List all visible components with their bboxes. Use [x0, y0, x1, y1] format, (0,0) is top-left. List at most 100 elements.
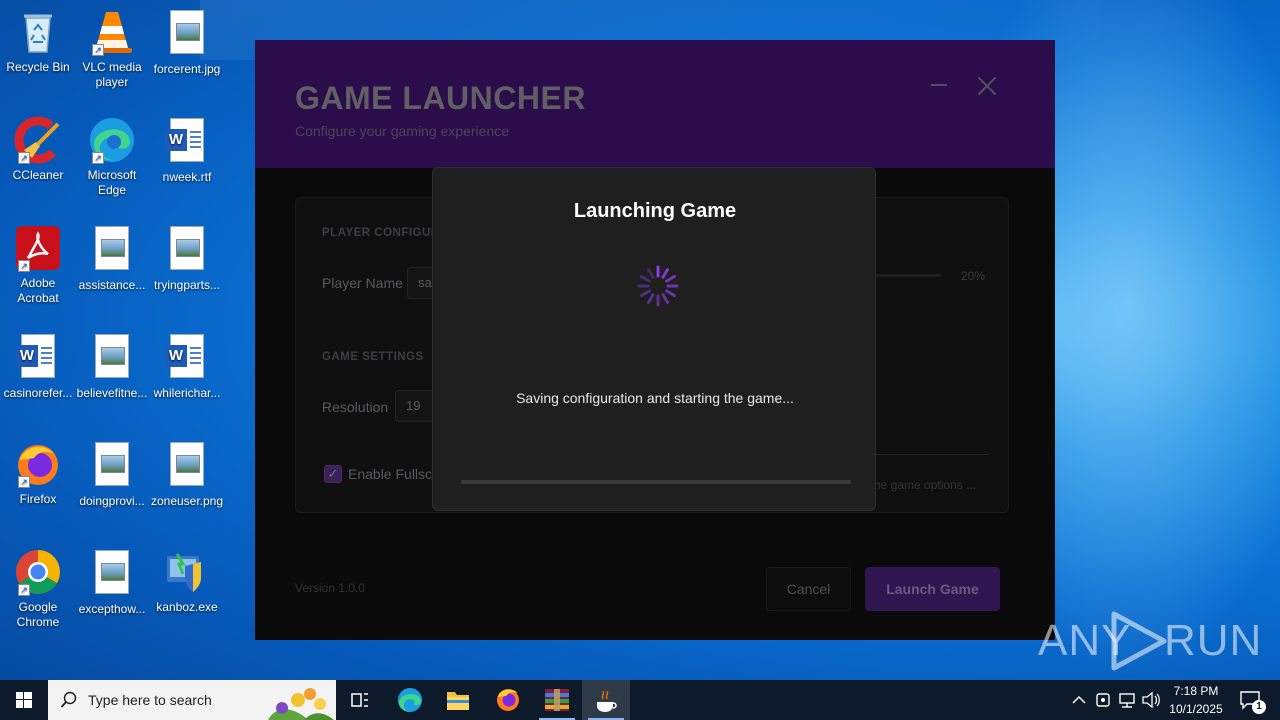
desktop-icon-label: kanboz.exe [156, 600, 218, 614]
watermark-right-text: RUN [1164, 616, 1263, 665]
dialog-message: Saving configuration and starting the ga… [516, 390, 794, 406]
taskbar-winrar[interactable] [533, 680, 581, 720]
desktop-icon-firefox[interactable]: ↗ Firefox [0, 440, 76, 507]
desktop-icon-zoneuser[interactable]: zoneuser.png [149, 440, 225, 509]
desktop-icon-forcerent[interactable]: forcerent.jpg [149, 8, 225, 77]
shortcut-arrow-icon: ↗ [92, 152, 104, 164]
image-file-icon [163, 442, 211, 490]
device-icon [1096, 693, 1110, 707]
taskbar-java-app[interactable] [582, 680, 630, 720]
taskbar-firefox[interactable] [484, 680, 532, 720]
shortcut-arrow-icon: ↗ [18, 152, 30, 164]
slider-value: 20% [961, 269, 986, 283]
clock-date[interactable]: 10/1/2025 [1162, 702, 1230, 716]
desktop-icon-label: Adobe Acrobat [17, 276, 59, 305]
minimize-icon[interactable] [931, 84, 947, 86]
desktop-icon-doingprovi[interactable]: doingprovi... [74, 440, 150, 509]
desktop-icon-kanboz[interactable]: kanboz.exe [149, 548, 225, 615]
taskbar-file-explorer[interactable] [434, 680, 482, 720]
start-button[interactable] [0, 680, 48, 720]
desktop-icon-assistance[interactable]: assistance... [74, 224, 150, 293]
shortcut-arrow-icon: ↗ [18, 584, 30, 596]
desktop-icon-believefitne[interactable]: believefitne... [74, 332, 150, 401]
task-view-button[interactable] [336, 680, 384, 720]
taskbar: Type here to search 7:18 PM 10/1/2025 1 [0, 680, 1280, 720]
notification-count-badge: 1 [1252, 700, 1266, 714]
dialog-title: Launching Game [573, 200, 737, 222]
task-view-icon [351, 693, 368, 707]
image-file-icon [88, 550, 136, 598]
desktop-icon-label: Google Chrome [16, 600, 60, 629]
desktop-icon-label: excepthow... [78, 602, 146, 616]
winrar-icon [545, 689, 569, 711]
desktop-icon-ccleaner[interactable]: ↗ CCleaner [0, 116, 76, 183]
desktop-icon-label: Recycle Bin [6, 60, 70, 74]
desktop-icon-vlc[interactable]: ↗ VLC media player [74, 8, 150, 90]
search-placeholder: Type here to search [88, 692, 212, 708]
edge-icon [398, 688, 422, 713]
launching-dialog: Launching Game Saving configuration and … [432, 167, 876, 511]
desktop-icon-label: whilerichar... [153, 386, 221, 400]
recycle-bin-icon [14, 8, 62, 56]
fullscreen-label: Enable Fullsc [348, 466, 433, 482]
desktop-icon-casinorefer[interactable]: W casinorefer... [0, 332, 76, 401]
tray-meet-now[interactable] [1092, 680, 1114, 720]
player-name-label: Player Name [322, 275, 403, 291]
desktop-icon-adobe-acrobat[interactable]: ↗ Adobe Acrobat [0, 224, 76, 306]
firefox-icon [497, 689, 519, 711]
search-icon [60, 691, 77, 708]
desktop-icon-label: zoneuser.png [150, 494, 224, 508]
game-options-hint: he game options ... [874, 478, 977, 492]
loading-spinner-icon [637, 265, 679, 307]
player-config-section-title: PLAYER CONFIGURA [322, 227, 449, 239]
desktop-icon-tryingparts[interactable]: tryingparts... [149, 224, 225, 293]
clock-time[interactable]: 7:18 PM [1162, 684, 1230, 698]
chevron-up-icon [1072, 695, 1086, 704]
close-icon[interactable] [975, 74, 999, 98]
edge-icon: ↗ [88, 116, 136, 164]
chrome-icon: ↗ [14, 548, 62, 596]
launch-game-button[interactable]: Launch Game [865, 567, 1000, 611]
taskbar-edge[interactable] [386, 680, 434, 720]
desktop-icon-excepthow[interactable]: excepthow... [74, 548, 150, 617]
desktop-icon-google-chrome[interactable]: ↗ Google Chrome [0, 548, 76, 630]
launch-progress-bar [461, 480, 851, 484]
word-document-icon: W [163, 334, 211, 382]
word-document-icon: W [163, 118, 211, 166]
windows-logo-icon [16, 692, 32, 708]
image-file-icon [88, 226, 136, 274]
desktop-icon-label: forcerent.jpg [153, 62, 221, 76]
vlc-icon: ↗ [88, 8, 136, 56]
divider [876, 454, 989, 455]
desktop-icon-label: CCleaner [12, 168, 64, 182]
version-label: Version 1.0.0 [295, 581, 366, 595]
desktop-icon-nweek[interactable]: W nweek.rtf [149, 116, 225, 185]
desktop-icon-label: VLC media player [82, 60, 142, 89]
desktop-icon-label: nweek.rtf [162, 170, 212, 184]
resolution-label: Resolution [322, 399, 389, 415]
shortcut-arrow-icon: ↗ [18, 476, 30, 488]
desktop-icon-microsoft-edge[interactable]: ↗ Microsoft Edge [74, 116, 150, 198]
desktop-icon-label: assistance... [78, 278, 146, 292]
tray-network[interactable] [1116, 680, 1138, 720]
installer-shield-icon [163, 548, 211, 596]
desktop-icon-whilerichar[interactable]: W whilerichar... [149, 332, 225, 401]
show-hidden-icons-button[interactable] [1068, 680, 1090, 720]
image-file-icon [163, 226, 211, 274]
desktop-icon-recycle-bin[interactable]: Recycle Bin [0, 8, 76, 75]
taskbar-search-box[interactable]: Type here to search [48, 680, 336, 720]
launcher-header: GAME LAUNCHER Configure your gaming expe… [255, 40, 1055, 168]
image-file-icon [163, 10, 211, 58]
shortcut-arrow-icon: ↗ [92, 44, 104, 56]
notification-icon [1240, 691, 1260, 710]
play-logo-icon [1111, 611, 1167, 671]
launcher-title: GAME LAUNCHER [295, 80, 586, 116]
cancel-button[interactable]: Cancel [766, 567, 851, 611]
tray-volume[interactable] [1140, 680, 1162, 720]
ccleaner-icon: ↗ [14, 116, 62, 164]
volume-slider[interactable] [876, 274, 941, 277]
fullscreen-checkbox[interactable]: ✓ [324, 465, 342, 483]
desktop-icon-label: tryingparts... [153, 278, 221, 292]
notification-center-button[interactable]: 1 [1232, 680, 1272, 720]
desktop-icon-label: doingprovi... [79, 494, 145, 508]
